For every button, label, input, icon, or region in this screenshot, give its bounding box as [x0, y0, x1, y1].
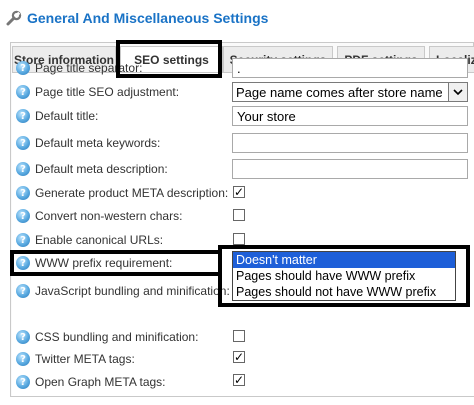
convert-non-western-checkbox[interactable] — [233, 209, 245, 221]
help-icon[interactable]: ? — [16, 85, 30, 99]
field-label: WWW prefix requirement: — [35, 256, 173, 270]
form-row-css-bundling: ? CSS bundling and minification: — [16, 327, 198, 347]
open-graph-meta-checkbox[interactable]: ✓ — [233, 374, 245, 386]
form-row-www-prefix-label: ? WWW prefix requirement: — [16, 253, 172, 273]
field-label: CSS bundling and minification: — [35, 330, 199, 344]
form-row-generate-product-meta: ? Generate product META description: — [16, 183, 228, 203]
form-row-page-title-seo-adjustment: ? Page title SEO adjustment: — [16, 82, 179, 102]
field-label: Open Graph META tags: — [35, 375, 166, 389]
page-title-seo-adjustment-select[interactable]: Page name comes after store name — [232, 82, 468, 102]
default-meta-keywords-input[interactable] — [232, 133, 468, 153]
help-icon[interactable]: ? — [16, 352, 30, 366]
help-icon[interactable]: ? — [16, 330, 30, 344]
wrench-icon — [6, 10, 22, 26]
page-header: General And Miscellaneous Settings — [6, 8, 268, 28]
help-icon[interactable]: ? — [16, 209, 30, 223]
field-label: Convert non-western chars: — [35, 209, 183, 223]
form-row-default-meta-description: ? Default meta description: — [16, 159, 168, 179]
help-icon[interactable]: ? — [16, 375, 30, 389]
form-row-default-title: ? Default title: — [16, 106, 98, 126]
twitter-meta-checkbox[interactable]: ✓ — [233, 351, 245, 363]
field-label: Default title: — [35, 109, 99, 123]
field-label: Generate product META description: — [35, 186, 229, 200]
form-row-convert-non-western: ? Convert non-western chars: — [16, 206, 182, 226]
help-icon[interactable]: ? — [16, 61, 30, 75]
help-icon[interactable]: ? — [16, 284, 30, 298]
www-prefix-dropdown-list[interactable]: Doesn't matter Pages should have WWW pre… — [232, 251, 456, 301]
default-meta-description-input[interactable] — [232, 159, 468, 179]
help-icon[interactable]: ? — [16, 162, 30, 176]
help-icon[interactable]: ? — [16, 186, 30, 200]
form-row-default-meta-keywords: ? Default meta keywords: — [16, 133, 160, 153]
page-title: General And Miscellaneous Settings — [27, 10, 269, 26]
field-label: JavaScript bundling and minification: — [35, 284, 230, 298]
enable-canonical-checkbox[interactable] — [233, 233, 245, 245]
form-row-twitter-meta: ? Twitter META tags: — [16, 349, 135, 369]
help-icon[interactable]: ? — [16, 233, 30, 247]
help-icon[interactable]: ? — [16, 256, 30, 270]
help-icon[interactable]: ? — [16, 136, 30, 150]
field-label: Page title SEO adjustment: — [35, 85, 180, 99]
form-row-js-bundling: ? JavaScript bundling and minification: — [16, 281, 230, 301]
help-icon[interactable]: ? — [16, 109, 30, 123]
www-prefix-option[interactable]: Pages should have WWW prefix — [233, 268, 455, 284]
www-prefix-option[interactable]: Pages should not have WWW prefix — [233, 284, 455, 300]
css-bundling-checkbox[interactable] — [233, 330, 245, 342]
form-row-open-graph-meta: ? Open Graph META tags: — [16, 372, 166, 392]
field-label: Twitter META tags: — [35, 352, 135, 366]
field-label: Enable canonical URLs: — [35, 233, 164, 247]
form-row-page-title-separator: ? Page title separator: — [16, 58, 142, 78]
field-label: Default meta description: — [35, 162, 168, 176]
generate-product-meta-checkbox[interactable]: ✓ — [233, 186, 245, 198]
field-label: Page title separator: — [35, 61, 143, 75]
default-title-input[interactable]: Your store — [232, 106, 468, 126]
form-row-enable-canonical: ? Enable canonical URLs: — [16, 230, 163, 250]
page-title-separator-input[interactable]: . — [232, 58, 468, 78]
field-label: Default meta keywords: — [35, 136, 161, 150]
www-prefix-option[interactable]: Doesn't matter — [233, 252, 455, 268]
chevron-down-icon[interactable] — [448, 83, 467, 101]
